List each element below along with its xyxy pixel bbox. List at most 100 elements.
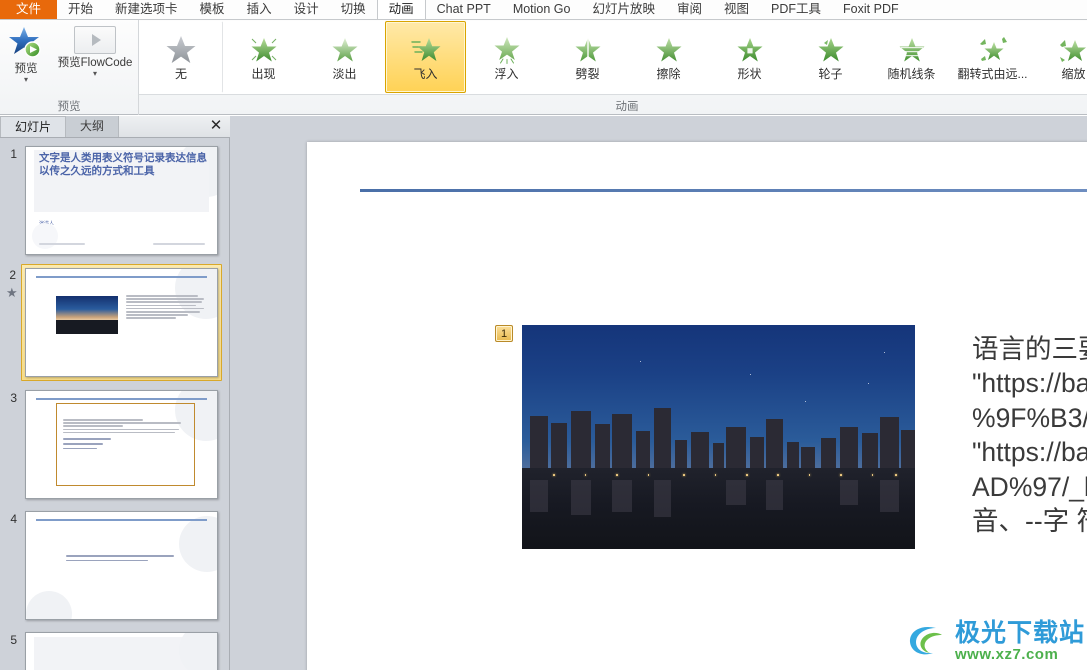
- ribbon-group-animation-label: 动画: [615, 101, 639, 113]
- ribbon-panel: 预览 ▾ 预览FlowCode ▾ 预览 无 出现 淡出 飞入 浮入 劈裂 擦除…: [0, 20, 1087, 115]
- ribbon-tab-animations[interactable]: 动画: [376, 0, 426, 19]
- animation-order-badge[interactable]: 1: [495, 325, 513, 342]
- ribbon-tabbar: 文件 开始 新建选项卡 模板 插入 设计 切换 动画 Chat PPT Moti…: [0, 0, 1087, 20]
- slide-thumb-box-5[interactable]: [22, 629, 221, 670]
- slide-thumb-box-3[interactable]: [22, 387, 221, 502]
- animation-item-split-label: 劈裂: [575, 66, 600, 81]
- slide-number-3: 3: [10, 391, 17, 405]
- star-appear-icon: [251, 37, 276, 61]
- thumb-paragraph: [126, 295, 206, 321]
- animation-item-grow-turn[interactable]: 翻转式由远...: [952, 21, 1033, 93]
- star-floatin-icon: [494, 36, 519, 64]
- ribbon-group-preview-label: 预览: [57, 101, 81, 113]
- water-reflection: [522, 468, 915, 549]
- animation-gallery[interactable]: 无 出现 淡出 飞入 浮入 劈裂 擦除 形状 轮子 随机线条 翻转式由远... …: [139, 21, 1087, 95]
- star-split-icon: [575, 36, 600, 62]
- ribbon-tab-motiongo[interactable]: Motion Go: [502, 0, 582, 19]
- ribbon-tab-view[interactable]: 视图: [713, 0, 760, 19]
- ribbon-tab-review[interactable]: 审阅: [666, 0, 713, 19]
- slides-pane: 幻灯片 大纲 ✕ 1 文字是人类用表义符号记录表达信息以传之久远的方式和工具 演…: [0, 116, 230, 670]
- current-slide[interactable]: 1 语言的三 "https://ba %9F%B3 "https://ba AD…: [307, 142, 1087, 670]
- tab-outline[interactable]: 大纲: [66, 116, 120, 137]
- preview-button[interactable]: 预览 ▾: [0, 26, 52, 84]
- ribbon-group-animation: 无 出现 淡出 飞入 浮入 劈裂 擦除 形状 轮子 随机线条 翻转式由远... …: [139, 20, 1087, 115]
- animation-item-appear-label: 出现: [251, 66, 276, 81]
- thumb-image: [56, 296, 118, 334]
- preview-flowcode-label: 预览FlowCode: [57, 57, 133, 69]
- thumb-lines: [39, 243, 85, 246]
- powerpoint-window: 文件 开始 新建选项卡 模板 插入 设计 切换 动画 Chat PPT Moti…: [0, 0, 1087, 670]
- slide-image-skyline[interactable]: [522, 325, 915, 549]
- animation-item-flyin[interactable]: 飞入: [385, 21, 466, 93]
- deco-circle: [179, 516, 217, 572]
- thumb-paragraph: [63, 419, 183, 452]
- ribbon-tab-transitions[interactable]: 切换: [330, 0, 377, 19]
- animation-item-shape-label: 形状: [737, 66, 762, 81]
- close-icon[interactable]: ✕: [208, 118, 224, 134]
- watermark-title: 极光下载站: [954, 618, 1085, 647]
- star-play-icon: [9, 26, 43, 60]
- animation-item-floatin[interactable]: 浮入: [466, 21, 547, 93]
- deco-circle-2: [26, 591, 72, 619]
- slide-preview-3: [25, 390, 218, 499]
- animation-item-flyin-label: 飞入: [413, 66, 438, 81]
- animation-item-wipe-label: 擦除: [656, 66, 681, 81]
- chevron-down-icon-flowcode[interactable]: ▾: [93, 70, 97, 78]
- animation-item-fade[interactable]: 淡出: [304, 21, 385, 93]
- ribbon-tab-newtab[interactable]: 新建选项卡: [104, 0, 189, 19]
- star-fade-icon: [332, 37, 357, 61]
- preview-button-label: 预览: [14, 63, 38, 75]
- slide-thumbnail-1[interactable]: 1 文字是人类用表义符号记录表达信息以传之久远的方式和工具 演讲人: [0, 143, 222, 258]
- animation-item-zoom[interactable]: 缩放: [1033, 21, 1087, 93]
- slide-thumbnail-2[interactable]: 2 ★: [0, 264, 222, 381]
- slide-number-4: 4: [10, 512, 17, 526]
- animation-item-none[interactable]: 无: [139, 21, 223, 93]
- ribbon-tab-chatppt[interactable]: Chat PPT: [426, 0, 502, 19]
- animation-item-wipe[interactable]: 擦除: [628, 21, 709, 93]
- animation-item-grow-turn-label: 翻转式由远...: [957, 66, 1028, 81]
- animation-item-randombars[interactable]: 随机线条: [871, 21, 952, 93]
- ribbon-tab-pdftools[interactable]: PDF工具: [760, 0, 832, 19]
- ribbon-tab-foxitpdf[interactable]: Foxit PDF: [832, 0, 910, 19]
- animation-item-floatin-label: 浮入: [494, 66, 519, 81]
- building-silhouettes: [522, 406, 915, 469]
- watermark-url: www.xz7.com: [954, 646, 1059, 663]
- animation-item-appear[interactable]: 出现: [223, 21, 304, 93]
- slide-thumbnail-5[interactable]: 5: [0, 629, 222, 670]
- ribbon-tab-design[interactable]: 设计: [283, 0, 330, 19]
- slide-preview-5: [25, 632, 218, 670]
- slide-thumb-box-4[interactable]: [22, 508, 221, 623]
- animation-item-none-label: 无: [174, 66, 187, 81]
- preview-flowcode-button[interactable]: 预览FlowCode ▾: [52, 26, 138, 84]
- slide-1-title: 文字是人类用表义符号记录表达信息以传之久远的方式和工具: [39, 152, 207, 178]
- slide-number-1: 1: [10, 147, 17, 161]
- ribbon-tab-insert[interactable]: 插入: [236, 0, 283, 19]
- star-flyin-icon: [410, 37, 440, 61]
- star-zoom-icon: [1059, 39, 1086, 62]
- ribbon-tab-template[interactable]: 模板: [189, 0, 236, 19]
- star-shape-icon: [737, 37, 762, 61]
- ribbon-tab-file[interactable]: 文件: [0, 0, 58, 19]
- watermark: 极光下载站 www.xz7.com: [906, 620, 1085, 662]
- ribbon-group-preview: 预览 ▾ 预览FlowCode ▾ 预览: [0, 20, 139, 115]
- ribbon-tab-home[interactable]: 开始: [57, 0, 104, 19]
- slide-thumbnail-4[interactable]: 4: [0, 508, 222, 623]
- slide-thumbnail-list[interactable]: 1 文字是人类用表义符号记录表达信息以传之久远的方式和工具 演讲人: [0, 138, 222, 670]
- slides-pane-tabs: 幻灯片 大纲 ✕: [0, 116, 230, 138]
- animation-item-split[interactable]: 劈裂: [547, 21, 628, 93]
- ribbon-tab-slideshow[interactable]: 幻灯片放映: [581, 0, 666, 19]
- slide-thumb-box-2[interactable]: [21, 264, 222, 381]
- slide-thumb-box-1[interactable]: 文字是人类用表义符号记录表达信息以传之久远的方式和工具 演讲人: [22, 143, 221, 258]
- thumb-accent-line: [36, 398, 207, 400]
- animation-item-wheel[interactable]: 轮子: [790, 21, 871, 93]
- chevron-down-icon[interactable]: ▾: [24, 76, 28, 84]
- slide-thumbnail-3[interactable]: 3: [0, 387, 222, 502]
- tab-slides[interactable]: 幻灯片: [0, 116, 67, 137]
- animation-item-shape[interactable]: 形状: [709, 21, 790, 93]
- star-wheel-icon: [818, 37, 843, 61]
- slide-body-text[interactable]: 语言的三要素是 "https://baike %9F%B3/614 "https…: [972, 332, 1087, 539]
- animation-item-randombars-label: 随机线条: [887, 66, 936, 81]
- slide-preview-2: [25, 268, 218, 377]
- play-frame-icon: [74, 26, 116, 54]
- thumb-accent-line: [36, 276, 207, 278]
